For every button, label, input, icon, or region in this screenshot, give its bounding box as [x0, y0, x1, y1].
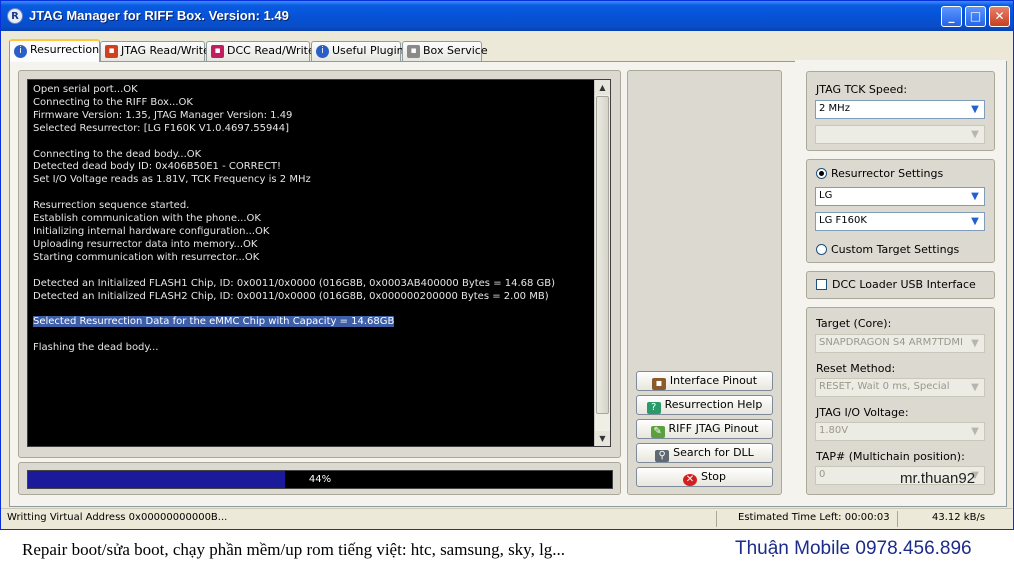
- custom-target-label: Custom Target Settings: [831, 243, 960, 256]
- log-line: Connecting to the RIFF Box...OK: [33, 96, 193, 108]
- minimize-button[interactable]: _: [941, 6, 962, 27]
- status-bar: Writting Virtual Address 0x00000000000B.…: [1, 508, 1012, 529]
- chevron-down-icon[interactable]: ▼: [967, 102, 983, 117]
- tab-label: DCC Read/Write: [227, 44, 315, 57]
- tab-label: Resurrection: [30, 43, 100, 56]
- search-dll-button[interactable]: ⚲ Search for DLL: [636, 443, 773, 463]
- io-voltage-select: 1.80V ▼: [815, 422, 985, 441]
- tck-speed-select[interactable]: 2 MHz ▼: [815, 100, 985, 119]
- resurrector-settings-label: Resurrector Settings: [831, 167, 944, 180]
- secondary-speed-select: ▼: [815, 125, 985, 144]
- status-address: Writting Virtual Address 0x00000000000B.…: [7, 512, 228, 523]
- model-select[interactable]: LG F160K ▼: [815, 212, 985, 231]
- footer-caption: Repair boot/sửa boot, chạy phần mềm/up r…: [22, 540, 566, 559]
- target-core-label: Target (Core):: [816, 317, 892, 330]
- log-line: Selected Resurrection Data for the eMMC …: [33, 316, 395, 328]
- chevron-down-icon: ▼: [971, 382, 979, 393]
- scroll-down-icon[interactable]: ▼: [595, 431, 610, 446]
- dcc-loader-label: DCC Loader USB Interface: [832, 278, 976, 291]
- chip-icon: ▪: [105, 45, 118, 58]
- box-icon: ▪: [407, 45, 420, 58]
- log-line: Initializing internal hardware configura…: [33, 225, 270, 237]
- manufacturer-select[interactable]: LG ▼: [815, 187, 985, 206]
- watermark: mr.thuan92: [900, 470, 976, 487]
- stop-button[interactable]: ✕ Stop: [636, 467, 773, 487]
- status-divider: [897, 511, 898, 527]
- log-line: Flashing the dead body...: [33, 342, 159, 354]
- log-line: Establish communication with the phone..…: [33, 213, 261, 225]
- info-icon: i: [14, 45, 27, 58]
- pencil-icon: ✎: [650, 426, 665, 438]
- log-line: Set I/O Voltage reads as 1.81V, TCK Freq…: [33, 174, 311, 186]
- status-time-left: Estimated Time Left: 00:00:03: [738, 512, 890, 523]
- title-bar[interactable]: R JTAG Manager for RIFF Box. Version: 1.…: [1, 1, 1013, 31]
- window-title: JTAG Manager for RIFF Box. Version: 1.49: [29, 8, 289, 23]
- resurrector-settings-radio[interactable]: [816, 168, 827, 179]
- tab-jtag-read-write[interactable]: ▪ JTAG Read/Write: [100, 41, 210, 61]
- resurrection-help-button[interactable]: ? Resurrection Help: [636, 395, 773, 415]
- dcc-icon: ▪: [211, 45, 224, 58]
- status-divider: [716, 511, 717, 527]
- scroll-thumb[interactable]: [596, 96, 609, 414]
- interface-pinout-button[interactable]: ▪ Interface Pinout: [636, 371, 773, 391]
- tap-label: TAP# (Multichain position):: [816, 450, 965, 463]
- log-line: Resurrection sequence started.: [33, 200, 190, 212]
- chevron-down-icon[interactable]: ▼: [967, 214, 983, 229]
- tab-label: Box Service: [423, 44, 488, 57]
- log-console[interactable]: Open serial port...OK Connecting to the R…: [27, 79, 611, 447]
- target-core-select: SNAPDRAGON S4 ARM7TDMI ▼: [815, 334, 985, 353]
- riff-jtag-pinout-button[interactable]: ✎ RIFF JTAG Pinout: [636, 419, 773, 439]
- progress-label: 44%: [308, 474, 332, 485]
- log-line: Selected Resurrector: [LG F160K V1.0.469…: [33, 122, 289, 134]
- log-line: Firmware Version: 1.35, JTAG Manager Ver…: [33, 109, 293, 121]
- log-line: Detected an Initialized FLASH1 Chip, ID:…: [33, 277, 556, 289]
- footer-contact: Thuận Mobile 0978.456.896: [735, 538, 972, 559]
- reset-method-select: RESET, Wait 0 ms, Special ▼: [815, 378, 985, 397]
- tab-resurrection[interactable]: i Resurrection: [9, 39, 100, 62]
- info-icon: i: [316, 45, 329, 58]
- log-line: Connecting to the dead body...OK: [33, 148, 202, 160]
- dcc-loader-checkbox[interactable]: [816, 279, 827, 290]
- chevron-down-icon: ▼: [971, 338, 979, 349]
- maximize-button[interactable]: □: [965, 6, 986, 27]
- tab-box-service[interactable]: ▪ Box Service: [402, 41, 488, 61]
- log-output[interactable]: Open serial port...OK Connecting to the R…: [33, 84, 593, 355]
- help-icon: ?: [646, 402, 661, 414]
- log-line: Detected an Initialized FLASH2 Chip, ID:…: [33, 290, 549, 302]
- stop-icon: ✕: [682, 474, 697, 486]
- log-line: Starting communication with resurrector.…: [33, 251, 260, 263]
- search-icon: ⚲: [655, 450, 670, 462]
- log-line: Detected dead body ID: 0x406B50E1 - CORR…: [33, 161, 282, 173]
- chevron-down-icon: ▼: [971, 129, 979, 140]
- tab-label: Useful Plugins: [332, 44, 410, 57]
- custom-target-radio[interactable]: [816, 244, 827, 255]
- tab-label: JTAG Read/Write: [121, 44, 210, 57]
- riff-r-icon[interactable]: R: [7, 8, 23, 24]
- io-voltage-label: JTAG I/O Voltage:: [816, 406, 909, 419]
- status-speed: 43.12 kB/s: [932, 512, 986, 523]
- reset-method-label: Reset Method:: [816, 362, 896, 375]
- box-icon: ▪: [651, 378, 666, 390]
- scroll-up-icon[interactable]: ▲: [595, 80, 610, 95]
- tab-dcc-read-write[interactable]: ▪ DCC Read/Write: [206, 41, 315, 61]
- close-button[interactable]: ✕: [989, 6, 1010, 27]
- log-line: Uploading resurrector data into memory..…: [33, 238, 258, 250]
- tck-speed-label: JTAG TCK Speed:: [816, 83, 908, 96]
- progress-bar: 44%: [27, 470, 613, 489]
- log-scrollbar[interactable]: ▲ ▼: [594, 80, 610, 446]
- chevron-down-icon: ▼: [971, 426, 979, 437]
- log-line: Open serial port...OK: [33, 84, 138, 95]
- chevron-down-icon[interactable]: ▼: [967, 189, 983, 204]
- tab-useful-plugins[interactable]: i Useful Plugins: [311, 41, 409, 61]
